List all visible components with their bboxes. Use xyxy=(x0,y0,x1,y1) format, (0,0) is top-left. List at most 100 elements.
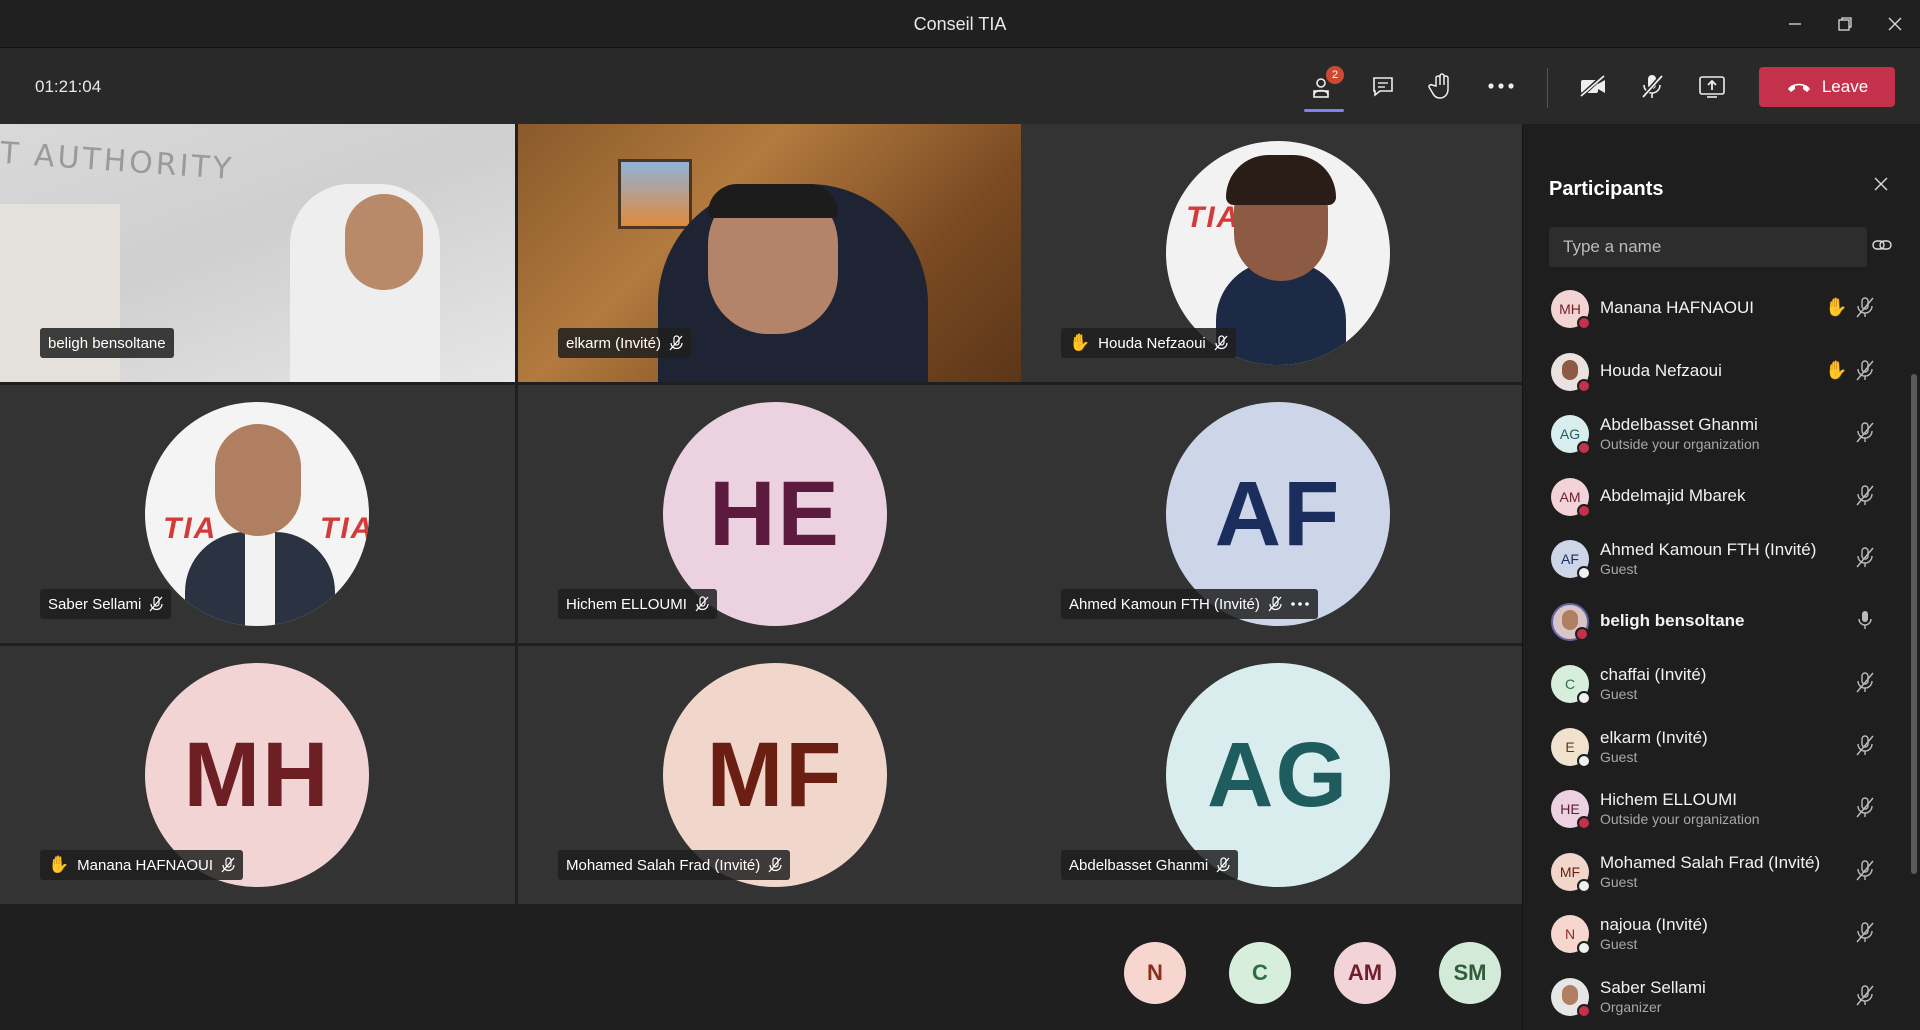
participant-avatar: MH xyxy=(1551,290,1591,330)
close-window-button[interactable] xyxy=(1878,10,1912,38)
mic-muted-icon[interactable] xyxy=(1855,296,1875,323)
close-panel-button[interactable] xyxy=(1873,176,1889,197)
participant-name: elkarm (Invité) xyxy=(566,334,662,352)
more-options-icon[interactable] xyxy=(1290,601,1310,607)
participant-row[interactable]: AM Abdelmajid Mbarek xyxy=(1523,466,1913,528)
person-face xyxy=(215,424,301,536)
mic-muted-icon xyxy=(1856,734,1874,755)
video-tile-hichem[interactable]: HE Hichem ELLOUMI xyxy=(518,385,1033,643)
participant-avatar: E xyxy=(1551,727,1591,768)
participant-row[interactable]: MH Manana HAFNAOUI ✋ xyxy=(1523,278,1913,340)
person-hair xyxy=(1226,155,1336,205)
search-input[interactable]: Type a name xyxy=(1549,227,1867,267)
overflow-avatar[interactable]: AM xyxy=(1334,942,1396,1004)
participant-photo: TIA TIA xyxy=(145,402,369,626)
participant-row[interactable]: AF Ahmed Kamoun FTH (Invité) Guest xyxy=(1523,528,1913,590)
participant-row[interactable]: Eelkarm (Invité) Guest xyxy=(1523,716,1913,778)
avatar-photo xyxy=(1562,984,1578,1005)
avatar-initials: AG xyxy=(1559,426,1581,442)
video-tile-beligh[interactable]: T AUTHORITY beligh bensoltane xyxy=(0,124,515,382)
mic-muted-icon[interactable] xyxy=(1855,671,1875,698)
mic-muted-icon[interactable] xyxy=(1855,796,1875,823)
participant-row[interactable]: HE Hichem ELLOUMI Outside your organizatio… xyxy=(1523,778,1913,840)
mic-muted-icon[interactable] xyxy=(1855,359,1875,386)
presence-status-icon xyxy=(1577,941,1591,955)
name-tag: ✋ Manana HAFNAOUI xyxy=(40,850,244,880)
participant-name: beligh bensoltane xyxy=(1600,610,1745,630)
mic-muted-icon[interactable] xyxy=(1855,921,1875,948)
leave-button[interactable]: Leave xyxy=(1759,67,1895,107)
participant-avatar xyxy=(1551,977,1591,1018)
participant-avatar: C xyxy=(1551,665,1591,705)
overflow-avatar[interactable]: SM xyxy=(1439,942,1501,1004)
participant-name: Manana HAFNAOUI xyxy=(1600,298,1754,317)
more-actions-button[interactable] xyxy=(1481,66,1521,106)
camera-toggle-button[interactable] xyxy=(1573,66,1613,106)
avatar-initials: HE xyxy=(1560,801,1580,817)
mic-muted-icon[interactable] xyxy=(1855,546,1875,573)
raised-hand-icon: ✋ xyxy=(48,855,70,874)
video-tile-mohamed[interactable]: MF Mohamed Salah Frad (Invité) xyxy=(518,646,1033,904)
share-screen-button[interactable] xyxy=(1692,66,1732,106)
mic-muted-icon[interactable] xyxy=(1855,421,1875,448)
mic-muted-icon xyxy=(1856,984,1874,1005)
presence-status-icon xyxy=(1577,316,1591,330)
video-tile-elkarm[interactable]: elkarm (Invité) xyxy=(518,124,1033,382)
participant-row[interactable]: beligh bensoltane xyxy=(1523,591,1913,653)
participant-row[interactable]: Saber Sellami Organizer xyxy=(1523,966,1913,1028)
participant-row[interactable]: Houda Nefzaoui ✋ xyxy=(1523,341,1913,403)
raise-hand-button[interactable] xyxy=(1421,66,1461,106)
avatar-initials: E xyxy=(1565,738,1575,755)
link-icon xyxy=(1872,240,1892,250)
mic-muted-icon[interactable] xyxy=(1855,484,1875,511)
raised-hand-icon: ✋ xyxy=(1825,359,1848,380)
presence-status-icon xyxy=(1577,753,1591,768)
participant-row[interactable]: MF Mohamed Salah Frad (Invité) Guest xyxy=(1523,841,1913,903)
overflow-avatar[interactable]: N xyxy=(1124,942,1186,1004)
mic-muted-icon xyxy=(1268,596,1282,612)
panel-scrollbar[interactable] xyxy=(1911,374,1917,874)
participant-name: Ahmed Kamoun FTH (Invité) xyxy=(1600,540,1817,559)
name-tag: Hichem ELLOUMI xyxy=(558,589,717,619)
participant-name: beligh bensoltane xyxy=(48,334,166,352)
name-tag: ✋ Houda Nefzaoui xyxy=(1061,328,1236,358)
participant-row[interactable]: Cchaffai (Invité) Guest xyxy=(1523,653,1913,715)
minimize-button[interactable] xyxy=(1778,10,1812,38)
participant-name: Saber Sellami xyxy=(1600,977,1706,997)
chat-icon xyxy=(1373,77,1393,97)
participant-name: Houda Nefzaoui xyxy=(1600,360,1722,380)
avatar-photo xyxy=(1562,359,1578,380)
mic-toggle-button[interactable] xyxy=(1632,66,1672,106)
restore-button[interactable] xyxy=(1828,10,1862,38)
overflow-avatar[interactable]: C xyxy=(1229,942,1291,1004)
video-tile-manana[interactable]: MH ✋ Manana HAFNAOUI xyxy=(0,646,515,904)
video-tile-abdelbasset[interactable]: AG Abdelbasset Ghanmi xyxy=(1021,646,1536,904)
video-tile-saber[interactable]: TIA TIA Saber Sellami xyxy=(0,385,515,643)
participant-avatar: AG xyxy=(1551,415,1591,455)
presence-status-icon xyxy=(1577,566,1591,580)
close-icon xyxy=(1888,17,1902,31)
mic-muted-icon xyxy=(1214,335,1228,351)
participant-name: najoua (Invité) xyxy=(1600,915,1708,934)
participant-name: Ahmed Kamoun FTH (Invité) xyxy=(1069,595,1260,613)
avatar-photo xyxy=(1562,609,1578,630)
mic-muted-icon xyxy=(1856,797,1874,818)
mic-muted-icon xyxy=(669,335,683,351)
mic-muted-icon[interactable] xyxy=(1855,984,1875,1011)
participant-name: Abdelbasset Ghanmi xyxy=(1069,856,1209,874)
participant-role: Guest xyxy=(1600,936,1638,952)
mic-on-icon[interactable] xyxy=(1855,609,1875,636)
wall-painting xyxy=(618,159,692,229)
participant-row[interactable]: AG Abdelbasset Ghanmi Outside your organiz… xyxy=(1523,403,1913,465)
raise-hand-icon xyxy=(1428,73,1449,99)
chat-button[interactable] xyxy=(1363,66,1403,106)
mic-muted-icon[interactable] xyxy=(1855,734,1875,761)
show-participants-button[interactable]: 2 xyxy=(1304,66,1344,112)
mic-off-icon xyxy=(1640,73,1664,100)
presence-status-icon xyxy=(1577,378,1591,393)
share-invite-button[interactable] xyxy=(1871,234,1893,261)
mic-muted-icon[interactable] xyxy=(1855,859,1875,886)
video-tile-houda[interactable]: TIA ✋ Houda Nefzaoui xyxy=(1021,124,1536,382)
participant-row[interactable]: Nnajoua (Invité) Guest xyxy=(1523,903,1913,965)
video-tile-ahmed[interactable]: AF Ahmed Kamoun FTH (Invité) xyxy=(1021,385,1536,643)
